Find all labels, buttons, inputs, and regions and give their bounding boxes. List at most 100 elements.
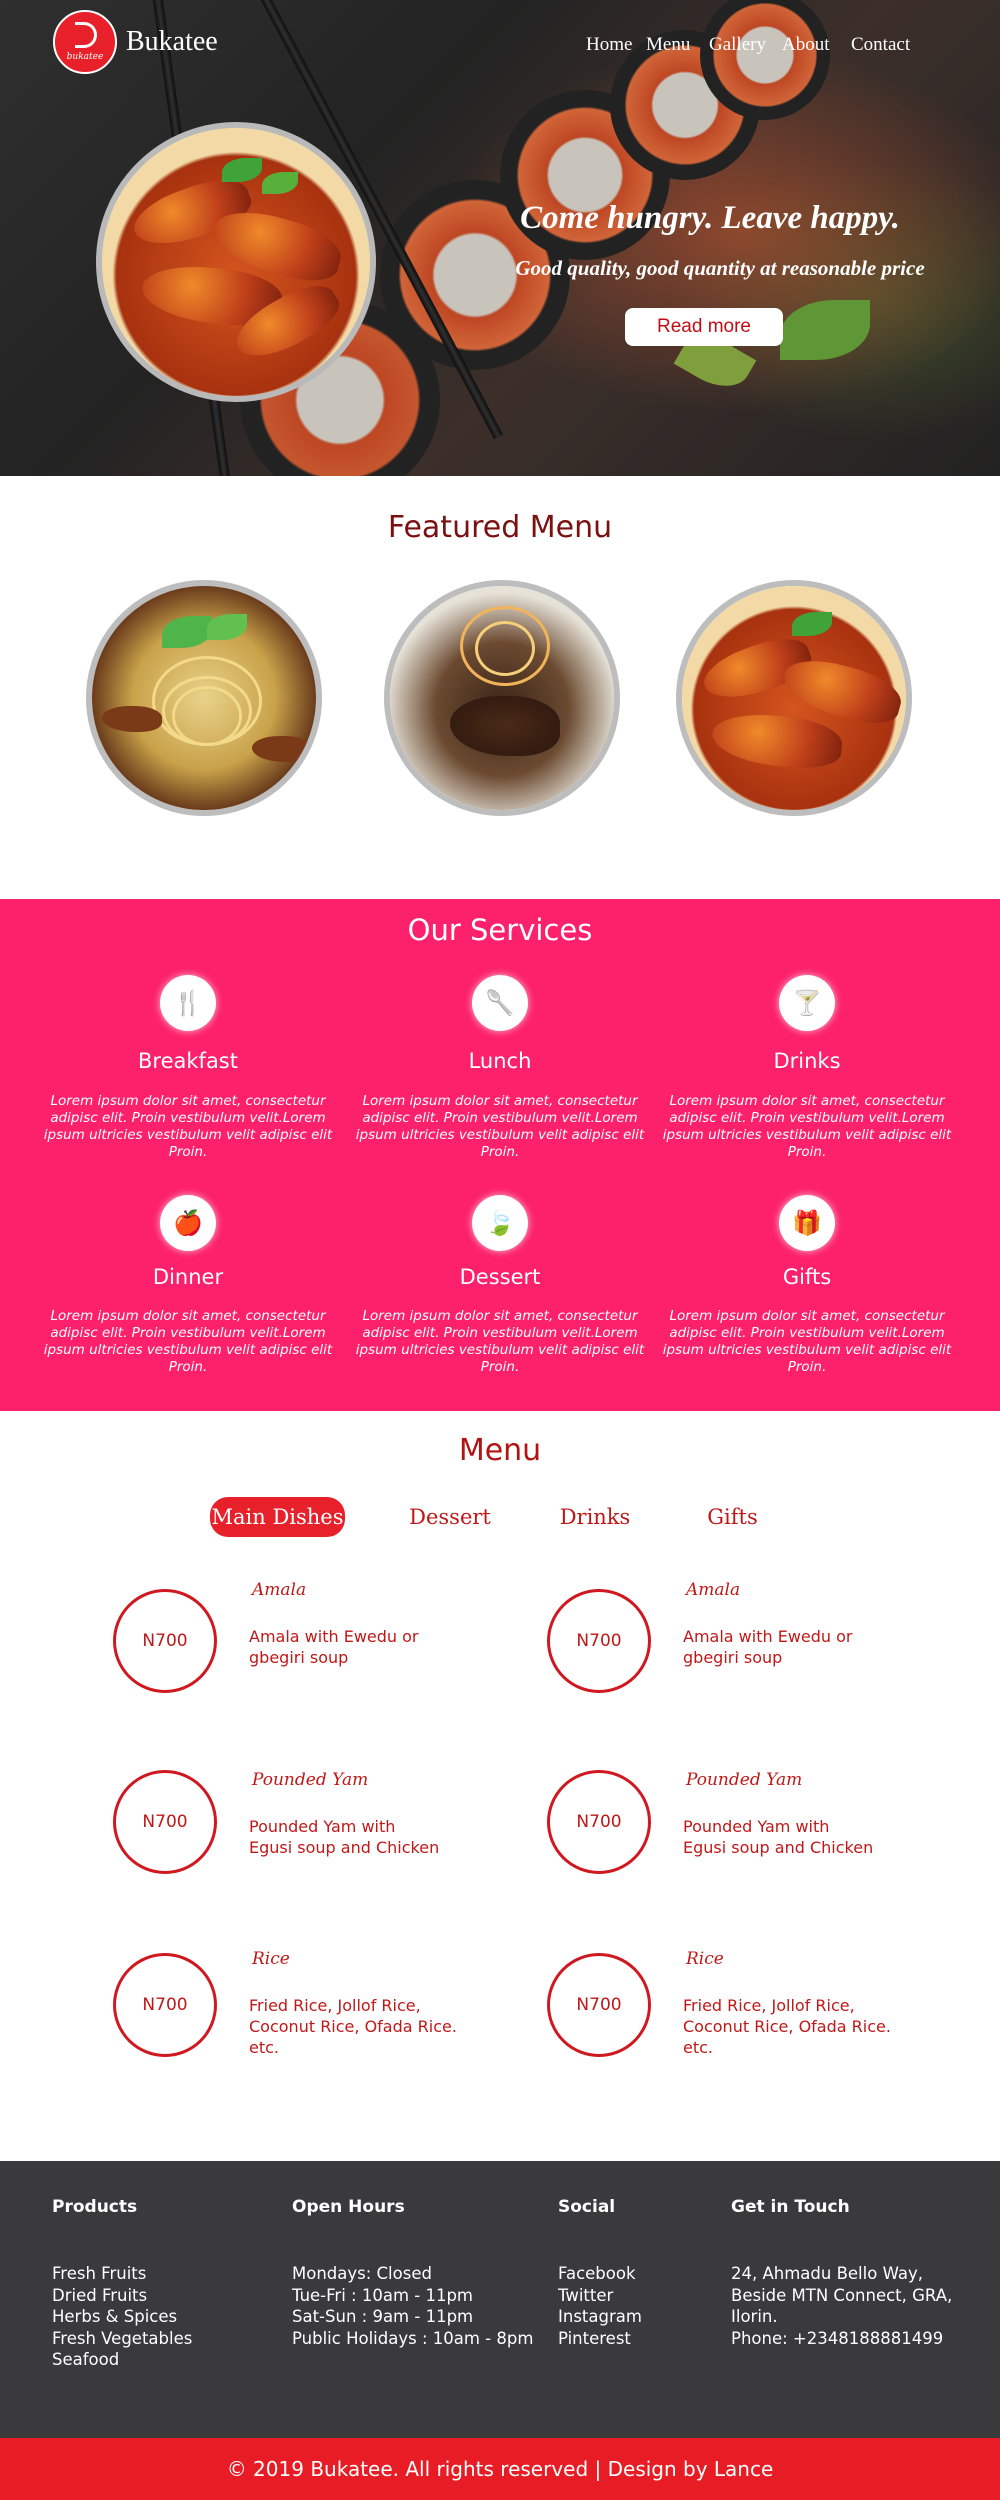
dish-description: Fried Rice, Jollof Rice, Coconut Rice, O…	[249, 1995, 459, 2058]
dish-description-line: Pounded Yam with	[683, 1817, 830, 1836]
phone-number[interactable]: Phone: +2348188881499	[731, 2328, 952, 2350]
hours-line: Public Holidays : 10am - 8pm	[292, 2328, 534, 2348]
social-link-instagram[interactable]: Instagram	[558, 2306, 642, 2328]
dish-name[interactable]: Rice	[252, 1949, 290, 1969]
spoon-icon: 🥄	[472, 975, 528, 1031]
featured-menu-title: Featured Menu	[387, 510, 613, 545]
social-link-twitter[interactable]: Twitter	[558, 2285, 642, 2307]
nav-menu[interactable]: Menu	[646, 34, 690, 56]
footer-products-title: Products	[52, 2197, 138, 2217]
price-badge: N700	[547, 1770, 651, 1874]
tab-gifts[interactable]: Gifts	[700, 1497, 765, 1537]
leaf-icon: 🍃	[472, 1195, 528, 1251]
dish-description: Amala with Ewedu or gbegiri soup	[249, 1626, 459, 1668]
featured-dish-shrimp[interactable]	[676, 580, 912, 816]
service-description: Lorem ipsum dolor sit amet, consectetur …	[43, 1308, 333, 1375]
social-link-pinterest[interactable]: Pinterest	[558, 2328, 642, 2350]
gift-icon: 🎁	[779, 1195, 835, 1251]
price-badge: N700	[113, 1770, 217, 1874]
footer-link[interactable]: Seafood	[52, 2349, 192, 2371]
service-name: Dinner	[152, 1265, 224, 1289]
service-name: Dessert	[459, 1265, 541, 1289]
dish-description-line: gbegiri soup	[249, 1648, 349, 1667]
dish-description-line: gbegiri soup	[683, 1648, 783, 1667]
nav-contact[interactable]: Contact	[851, 34, 910, 56]
dish-description-line: Fried Rice, Jollof Rice,	[683, 1996, 855, 2015]
hero-subtitle: Good quality, good quantity at reasonabl…	[515, 256, 925, 280]
footer-contact-list: 24, Ahmadu Bello Way, Beside MTN Connect…	[731, 2263, 952, 2349]
read-more-button[interactable]: Read more	[625, 308, 783, 346]
service-name: Breakfast	[138, 1049, 238, 1073]
dish-description: Pounded Yam with Egusi soup and Chicken	[683, 1816, 893, 1858]
footer-products-list: Fresh Fruits Dried Fruits Herbs & Spices…	[52, 2263, 192, 2371]
dish-description-line: Egusi soup and Chicken	[683, 1838, 874, 1857]
dish-name[interactable]: Pounded Yam	[252, 1770, 368, 1790]
dish-name[interactable]: Rice	[686, 1949, 724, 1969]
footer-link[interactable]: Herbs & Spices	[52, 2306, 192, 2328]
menu-title: Menu	[458, 1433, 542, 1468]
footer-link[interactable]: Fresh Vegetables	[52, 2328, 192, 2350]
dish-description-line: Fried Rice, Jollof Rice,	[249, 1996, 421, 2015]
copyright-bar: © 2019 Bukatee. All rights reserved | De…	[0, 2438, 1000, 2500]
service-name: Drinks	[773, 1049, 841, 1073]
address-line: Beside MTN Connect, GRA,	[731, 2285, 953, 2305]
service-name: Gifts	[782, 1265, 832, 1289]
cocktail-icon: 🍸	[779, 975, 835, 1031]
price-badge: N700	[113, 1953, 217, 2057]
services-section: Our Services 🍴 Breakfast Lorem ipsum dol…	[0, 899, 1000, 1411]
service-description: Lorem ipsum dolor sit amet, consectetur …	[43, 1093, 333, 1160]
service-description: Lorem ipsum dolor sit amet, consectetur …	[355, 1308, 645, 1375]
featured-dish-burger[interactable]	[384, 580, 620, 816]
hero-banner: bukatee Bukatee Home Menu Gallery About …	[0, 0, 1000, 476]
footer-link[interactable]: Dried Fruits	[52, 2285, 192, 2307]
price-badge: N700	[547, 1589, 651, 1693]
dish-description-line: Amala with Ewedu or	[683, 1627, 853, 1646]
service-description: Lorem ipsum dolor sit amet, consectetur …	[355, 1093, 645, 1160]
footer: Products Fresh Fruits Dried Fruits Herbs…	[0, 2161, 1000, 2438]
footer-hours-list: Mondays: Closed Tue-Fri : 10am - 11pm Sa…	[292, 2263, 533, 2349]
cutlery-icon: 🍴	[160, 975, 216, 1031]
dish-name[interactable]: Amala	[252, 1580, 306, 1600]
apple-icon: 🍎	[160, 1195, 216, 1251]
brand-name[interactable]: Bukatee	[126, 26, 218, 58]
tab-dessert[interactable]: Dessert	[405, 1497, 495, 1537]
service-description: Lorem ipsum dolor sit amet, consectetur …	[662, 1308, 952, 1375]
nav-home[interactable]: Home	[586, 34, 632, 56]
dish-description-line: Pounded Yam with	[249, 1817, 396, 1836]
tab-drinks[interactable]: Drinks	[555, 1497, 635, 1537]
hero-dish-image	[96, 122, 376, 402]
tab-main-dishes[interactable]: Main Dishes	[210, 1497, 345, 1537]
nav-gallery[interactable]: Gallery	[709, 34, 766, 56]
dish-name[interactable]: Amala	[686, 1580, 740, 1600]
footer-contact-title: Get in Touch	[731, 2197, 850, 2217]
service-description: Lorem ipsum dolor sit amet, consectetur …	[662, 1093, 952, 1160]
dish-description-line: etc.	[249, 2038, 279, 2057]
logo-mark-icon	[75, 22, 97, 48]
footer-link[interactable]: Fresh Fruits	[52, 2263, 192, 2285]
hours-line: Mondays: Closed	[292, 2264, 432, 2283]
services-title: Our Services	[407, 913, 593, 947]
footer-hours-title: Open Hours	[292, 2197, 405, 2217]
hours-line: Tue-Fri : 10am - 11pm	[292, 2285, 474, 2305]
dish-description: Fried Rice, Jollof Rice, Coconut Rice, O…	[683, 1995, 893, 2058]
dish-description-line: Amala with Ewedu or	[249, 1627, 419, 1646]
hours-line: Sat-Sun : 9am - 11pm	[292, 2307, 474, 2326]
logo[interactable]: bukatee	[53, 10, 117, 74]
dish-description-line: Coconut Rice, Ofada Rice.	[249, 2017, 457, 2036]
footer-social-title: Social	[558, 2197, 616, 2217]
hero-title: Come hungry. Leave happy.	[520, 200, 900, 236]
dish-description: Amala with Ewedu or gbegiri soup	[683, 1626, 893, 1668]
dish-description-line: Coconut Rice, Ofada Rice.	[683, 2017, 891, 2036]
dish-description: Pounded Yam with Egusi soup and Chicken	[249, 1816, 459, 1858]
footer-social-list: Facebook Twitter Instagram Pinterest	[558, 2263, 642, 2349]
address-line: Ilorin.	[731, 2307, 778, 2326]
dish-description-line: etc.	[683, 2038, 713, 2057]
service-name: Lunch	[468, 1049, 532, 1073]
social-link-facebook[interactable]: Facebook	[558, 2263, 642, 2285]
nav-about[interactable]: About	[782, 34, 830, 56]
price-badge: N700	[113, 1589, 217, 1693]
dish-name[interactable]: Pounded Yam	[686, 1770, 802, 1790]
logo-text: bukatee	[66, 52, 104, 62]
price-badge: N700	[547, 1953, 651, 2057]
featured-dish-noodles[interactable]	[86, 580, 322, 816]
